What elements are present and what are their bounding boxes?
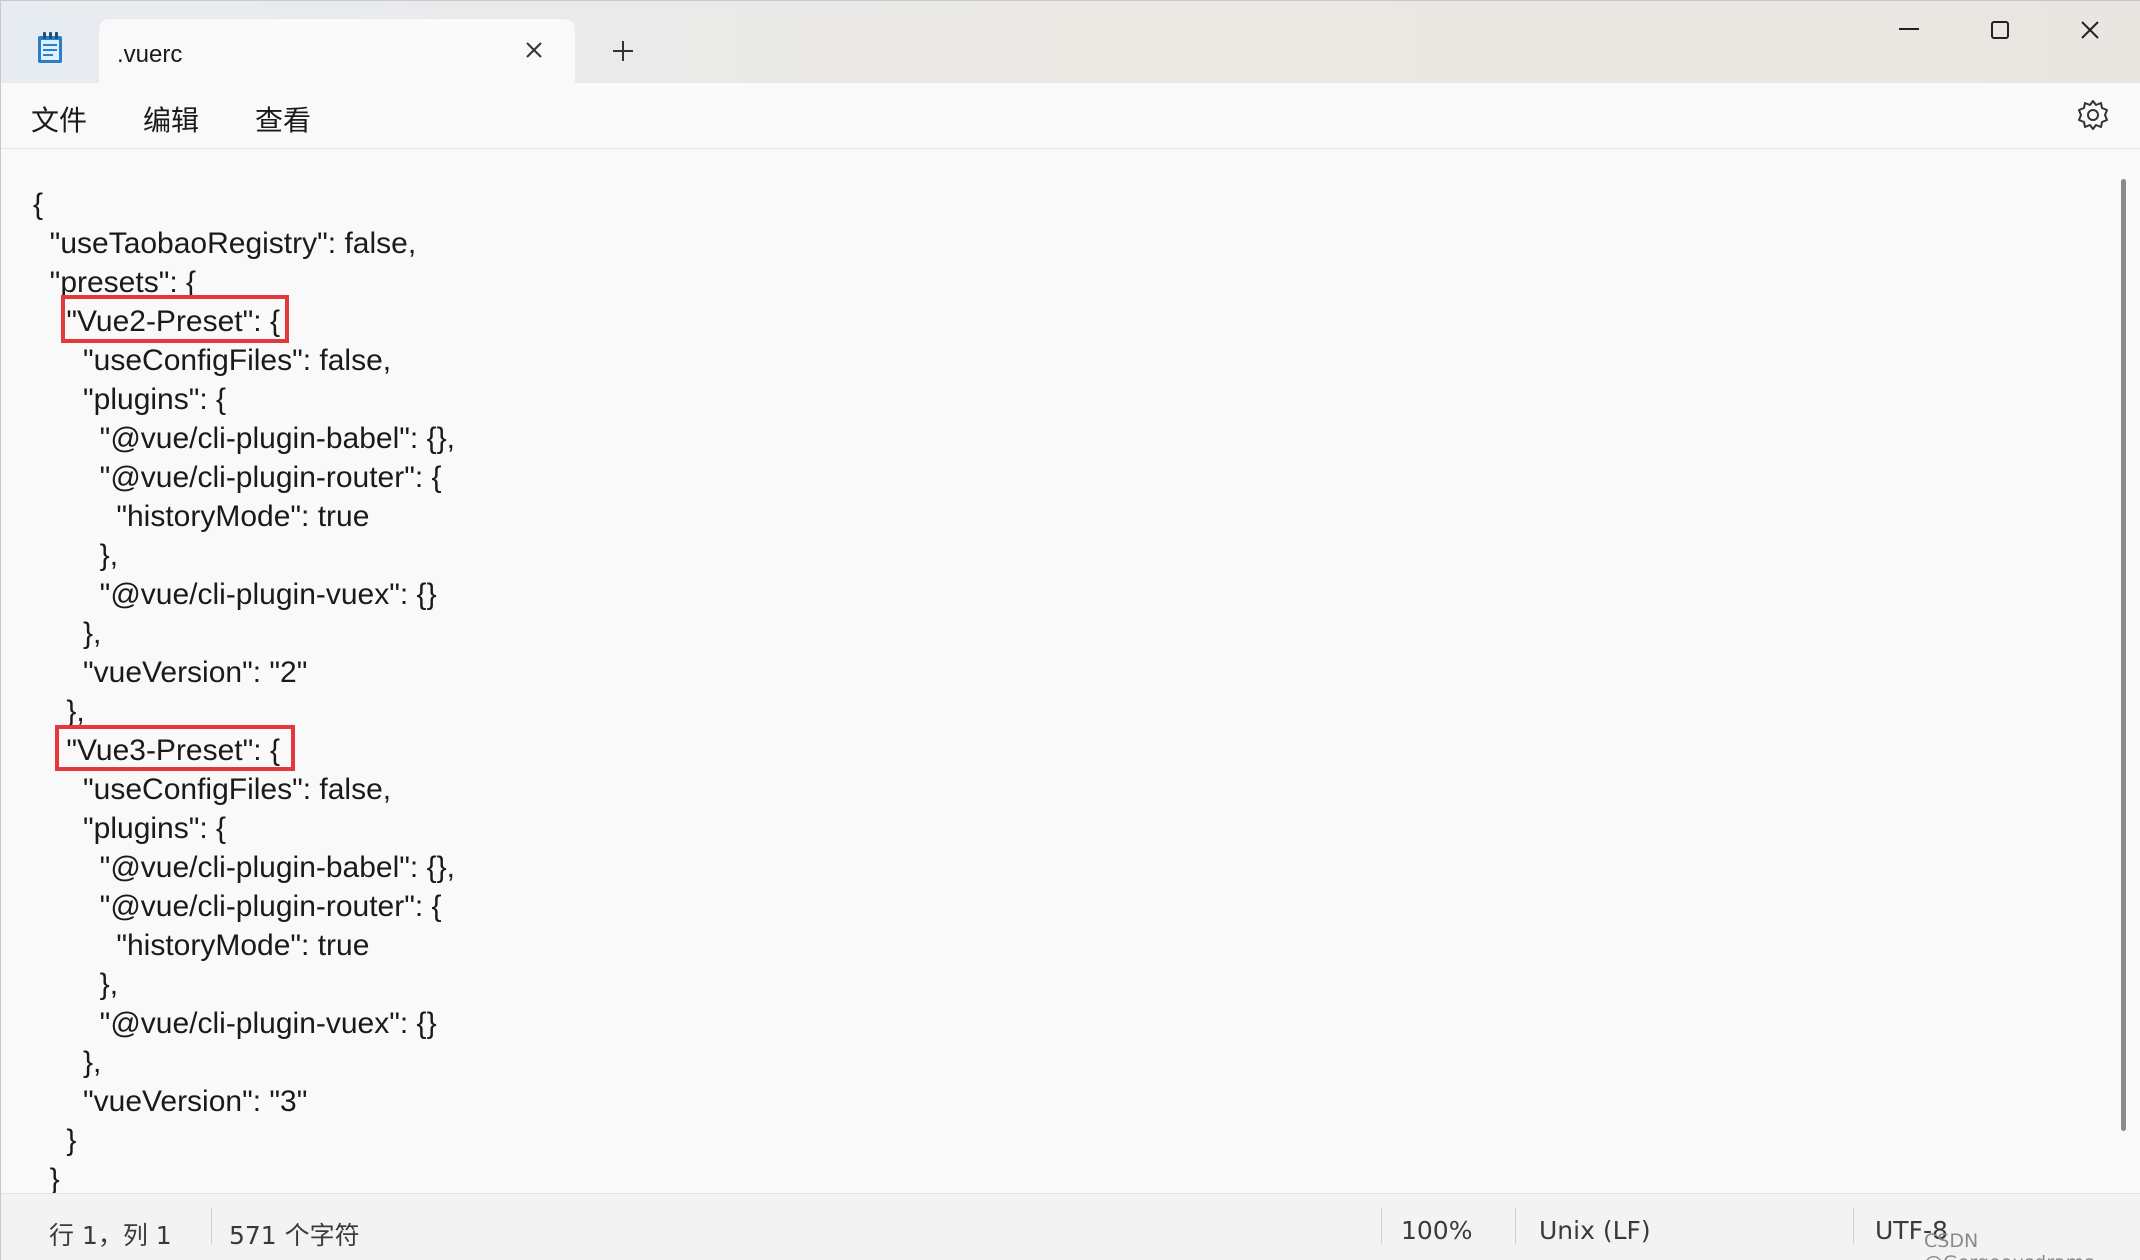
code-line: "useConfigFiles": false, [33, 344, 392, 377]
line-ending[interactable]: Unix (LF) [1539, 1216, 1651, 1245]
code-line: "historyMode": true [33, 500, 370, 533]
highlight-box-vue2-preset [61, 295, 289, 343]
code-line: "plugins": { [33, 812, 227, 845]
cursor-position: 行 1，列 1 [49, 1221, 172, 1250]
menu-edit[interactable]: 编辑 [143, 99, 199, 139]
window-close-button[interactable] [2061, 13, 2121, 53]
gear-icon[interactable] [2075, 97, 2111, 133]
code-line: "useConfigFiles": false, [33, 773, 392, 806]
code-line: }, [33, 617, 102, 650]
status-bar: 行 1，列 1 571 个字符 100% Unix (LF) UTF-8 [1, 1193, 2140, 1260]
maximize-button[interactable] [1969, 13, 2029, 53]
plus-icon[interactable] [607, 35, 639, 67]
code-line: "vueVersion": "3" [33, 1085, 308, 1118]
notepad-window: .vuerc 文件 编辑 查看 { "useTaobaoRegistry": f… [0, 0, 2140, 1260]
minimize-button[interactable] [1879, 13, 1939, 53]
code-line: "@vue/cli-plugin-babel": {}, [33, 851, 455, 884]
close-icon[interactable] [519, 35, 549, 65]
code-line: "@vue/cli-plugin-router": { [33, 461, 442, 494]
code-line: "useTaobaoRegistry": false, [33, 227, 417, 260]
code-line: }, [33, 539, 119, 572]
status-divider [1515, 1208, 1516, 1244]
code-line: "@vue/cli-plugin-babel": {}, [33, 422, 455, 455]
code-line: "plugins": { [33, 383, 227, 416]
code-line: "vueVersion": "2" [33, 656, 308, 689]
code-line: }, [33, 968, 119, 1001]
menu-view[interactable]: 查看 [255, 99, 311, 139]
status-divider [211, 1208, 212, 1244]
zoom-level[interactable]: 100% [1401, 1216, 1472, 1245]
watermark: CSDN @Gorgeousdrama [1924, 1230, 2096, 1260]
code-line: "@vue/cli-plugin-router": { [33, 890, 442, 923]
menu-bar: 文件 编辑 查看 [1, 83, 2140, 149]
menu-file[interactable]: 文件 [31, 99, 87, 139]
character-count: 571 个字符 [229, 1221, 360, 1250]
tab-title: .vuerc [117, 41, 183, 68]
code-line: }, [33, 1046, 102, 1079]
code-line: { [33, 188, 44, 221]
text-editor[interactable]: { "useTaobaoRegistry": false, "presets":… [1, 149, 2140, 1196]
highlight-box-vue3-preset [55, 725, 295, 771]
tab-vuerc[interactable]: .vuerc [99, 19, 575, 83]
code-line: "@vue/cli-plugin-vuex": {} [33, 578, 437, 611]
code-line: "@vue/cli-plugin-vuex": {} [33, 1007, 437, 1040]
vertical-scrollbar[interactable] [2121, 179, 2126, 1131]
code-line: "historyMode": true [33, 929, 370, 962]
status-divider [1381, 1208, 1382, 1244]
notepad-icon [35, 31, 65, 65]
title-bar: .vuerc [1, 1, 2140, 83]
status-divider [1853, 1208, 1854, 1244]
code-line: } [33, 1124, 77, 1157]
